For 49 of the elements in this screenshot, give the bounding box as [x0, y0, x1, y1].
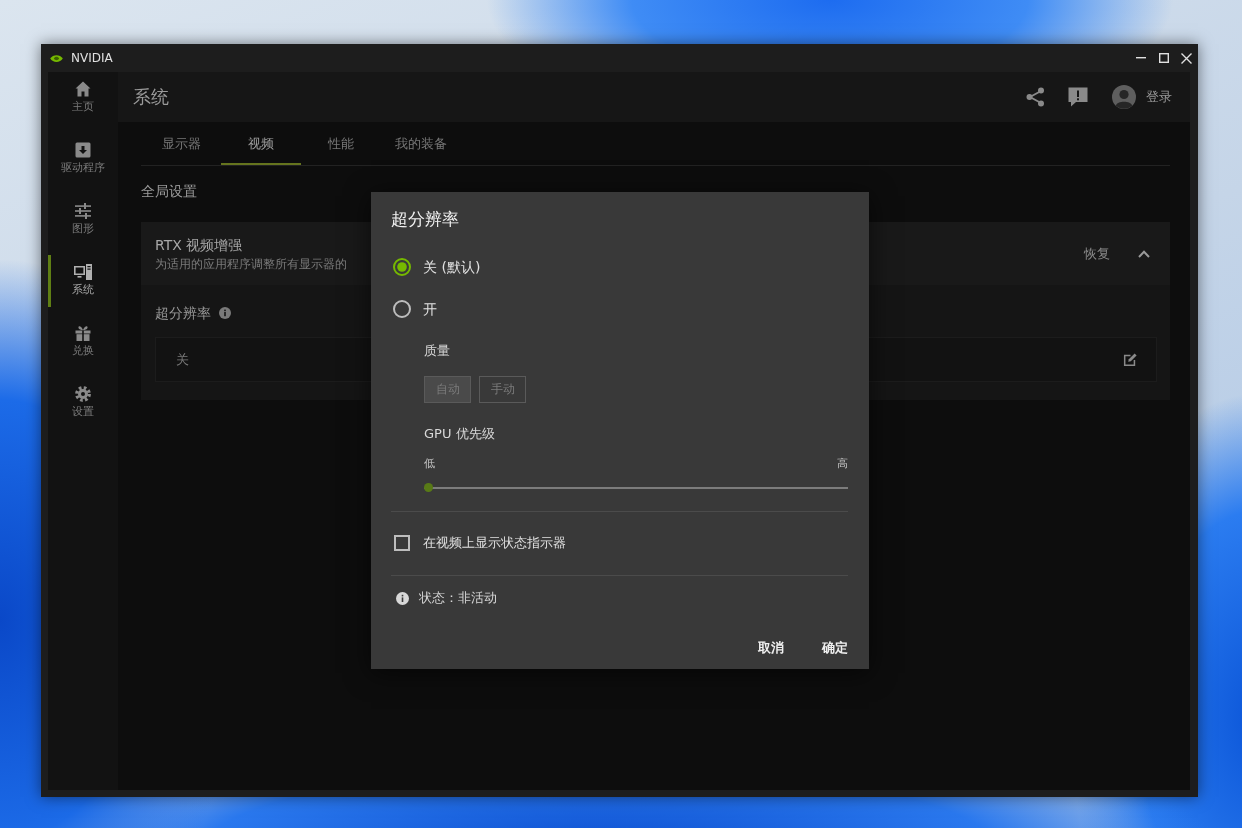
checkbox-label[interactable]: 在视频上显示状态指示器: [423, 534, 566, 552]
info-icon: [396, 591, 409, 605]
low-label: 低: [424, 457, 435, 471]
info-icon[interactable]: [219, 307, 231, 319]
tab[interactable]: 视频: [221, 122, 301, 165]
section-title: 全局设置: [141, 182, 198, 200]
share-icon[interactable]: [1026, 87, 1046, 107]
gear-icon: [75, 386, 91, 402]
high-label: 高: [837, 457, 848, 471]
edit-icon[interactable]: [1123, 352, 1138, 367]
sliders-icon: [75, 203, 91, 219]
window-title: NVIDIA: [71, 51, 113, 65]
login-link[interactable]: 登录: [1146, 88, 1172, 106]
tab[interactable]: 我的装备: [381, 122, 461, 165]
radio-button[interactable]: [393, 258, 411, 276]
chevron-icon[interactable]: [1138, 249, 1150, 258]
setting-label: 超分辨率: [155, 304, 211, 323]
avatar-icon[interactable]: [1112, 85, 1136, 109]
tab[interactable]: 显示器: [141, 122, 221, 165]
radio-label[interactable]: 关 (默认): [423, 257, 481, 277]
panel-title: RTX 视频增强: [155, 235, 244, 254]
home-icon: [75, 81, 91, 97]
close-icon: [1181, 52, 1192, 64]
confirm-button[interactable]: 确定: [822, 633, 848, 663]
sidebar-item[interactable]: 主页: [48, 72, 118, 124]
setting-value: 关: [176, 350, 189, 369]
sidebar-item[interactable]: 设置: [48, 377, 118, 429]
feedback-icon[interactable]: [1068, 87, 1088, 107]
sidebar-item[interactable]: 图形: [48, 194, 118, 246]
logo-icon: [50, 53, 63, 63]
minimize-icon: [1135, 57, 1146, 59]
sidebar-item[interactable]: 驱动程序: [48, 133, 118, 185]
radio-label[interactable]: 开: [423, 299, 437, 319]
dialog-title: 超分辨率: [391, 208, 460, 231]
gift-icon: [75, 325, 91, 341]
priority-label: GPU 优先级: [424, 425, 496, 443]
monitor-icon: [74, 264, 92, 280]
tab[interactable]: 性能: [301, 122, 381, 165]
radio-button[interactable]: [393, 300, 411, 318]
download-box-icon: [75, 142, 91, 158]
status-text: 状态：非活动: [419, 589, 497, 607]
panel-subtitle: 为适用的应用程序调整所有显示器的: [155, 255, 347, 272]
maximize-icon: [1158, 53, 1169, 63]
checkbox[interactable]: [394, 535, 410, 551]
restore-button[interactable]: 恢复: [1084, 244, 1110, 263]
quality-label: 质量: [424, 342, 451, 360]
page-title: 系统: [133, 85, 169, 109]
cancel-button[interactable]: 取消: [758, 633, 784, 663]
sidebar-item[interactable]: 兑换: [48, 316, 118, 368]
